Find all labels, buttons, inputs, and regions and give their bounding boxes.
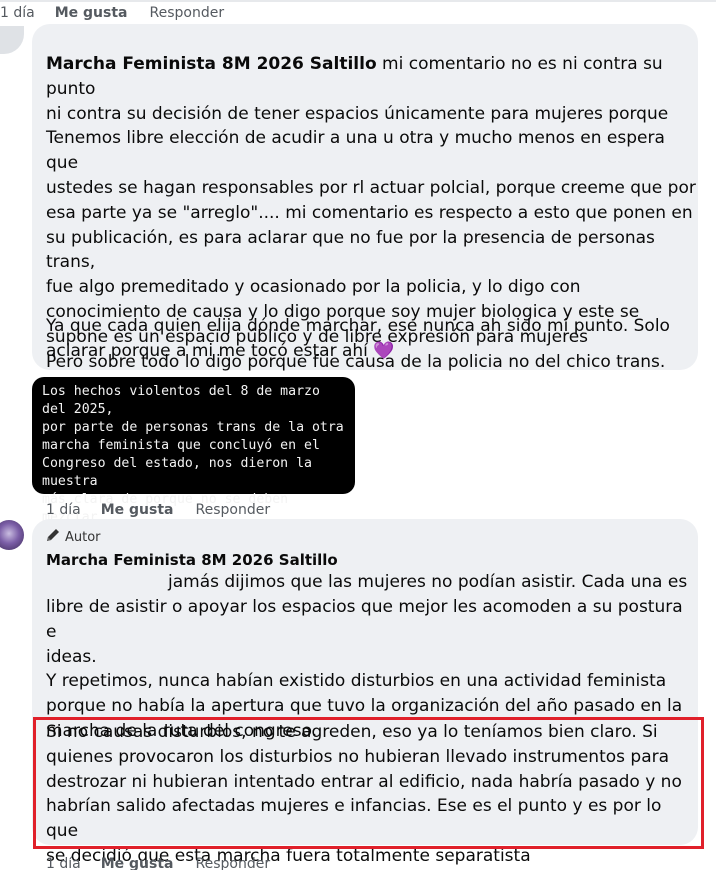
like-button[interactable]: Me gusta bbox=[101, 502, 174, 518]
comment-paragraph: Ya que cada quien elija dónde marchar, e… bbox=[46, 314, 696, 364]
comment-bubble: Marcha Feminista 8M 2026 Saltillo mi com… bbox=[32, 24, 698, 372]
author-avatar[interactable] bbox=[0, 520, 24, 550]
comment-author-link[interactable]: Marcha Feminista 8M 2026 Saltillo bbox=[46, 54, 377, 74]
pencil-icon bbox=[45, 527, 61, 547]
reply-button[interactable]: Responder bbox=[149, 5, 224, 21]
comment-paragraph-text: Ya que cada quien elija dónde marchar, e… bbox=[46, 316, 670, 361]
reply-author-link[interactable]: Marcha Feminista 8M 2026 Saltillo bbox=[46, 551, 338, 569]
purple-heart-emoji: 💜 bbox=[373, 340, 395, 361]
reply-first-line: jamás dijimos que las mujeres no podían … bbox=[168, 572, 688, 592]
comment-time[interactable]: 1 día bbox=[46, 856, 81, 870]
highlight-box bbox=[33, 717, 704, 849]
comment-time[interactable]: 1 día bbox=[46, 502, 81, 518]
comment-time[interactable]: 1 día bbox=[0, 5, 35, 21]
reply-button[interactable]: Responder bbox=[195, 502, 270, 518]
comment-attached-image[interactable]: Los hechos violentos del 8 de marzo del … bbox=[32, 377, 355, 543]
like-button[interactable]: Me gusta bbox=[55, 5, 128, 21]
author-badge: Autor bbox=[45, 527, 101, 547]
avatar[interactable] bbox=[0, 26, 24, 54]
like-button[interactable]: Me gusta bbox=[101, 856, 174, 870]
comment-actions: 1 día Me gusta Responder bbox=[46, 502, 270, 518]
badge-label: Autor bbox=[65, 529, 101, 545]
top-divider bbox=[0, 0, 716, 2]
comment-actions: 1 día Me gusta Responder bbox=[0, 5, 224, 21]
comment-actions: 1 día Me gusta Responder bbox=[46, 856, 270, 870]
reply-button[interactable]: Responder bbox=[195, 856, 270, 870]
